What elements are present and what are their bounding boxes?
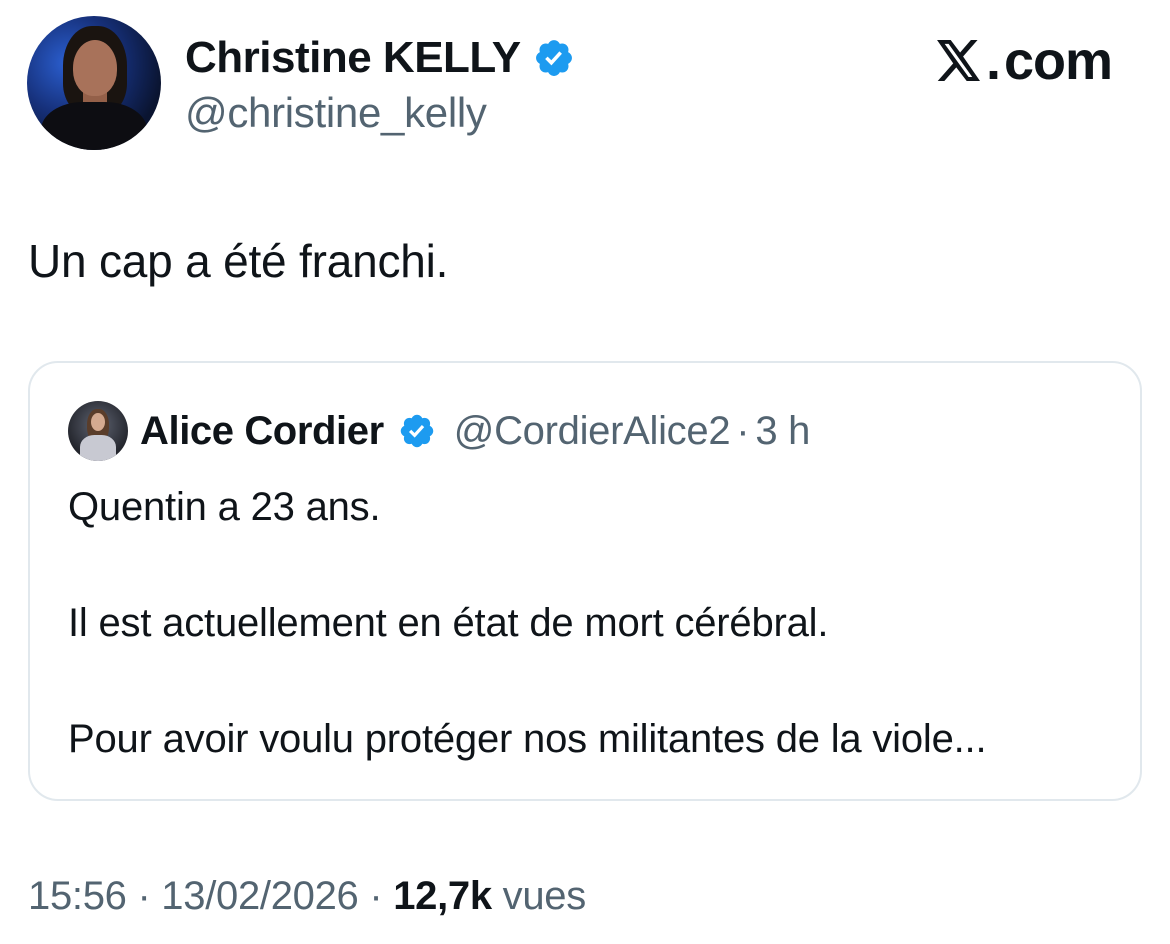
quoted-separator: · [736, 408, 750, 453]
author-name[interactable]: Christine KELLY [185, 33, 575, 83]
site-label-text: com [1003, 31, 1113, 91]
views-label: vues [502, 874, 587, 918]
tweet-text: Un cap a été franchi. [28, 235, 449, 287]
quoted-author-name[interactable]: Alice Cordier [140, 409, 384, 454]
meta-separator: · [137, 874, 151, 918]
tweet-time[interactable]: 15:56 [28, 874, 127, 918]
quoted-author-avatar[interactable] [68, 401, 128, 461]
tweet-date[interactable]: 13/02/2026 [161, 874, 359, 918]
quoted-author-handle[interactable]: @CordierAlice2 [454, 409, 731, 454]
meta-separator: · [369, 874, 383, 918]
quoted-tweet-card[interactable]: Alice Cordier @CordierAlice2 · 3 h Quent… [28, 361, 1142, 801]
author-name-text: Christine KELLY [185, 33, 521, 82]
quoted-tweet-header: Alice Cordier @CordierAlice2 · 3 h [68, 401, 810, 461]
quoted-timestamp[interactable]: 3 h [755, 409, 810, 454]
site-label: . com [936, 30, 1113, 92]
x-logo-icon [936, 40, 980, 82]
author-handle[interactable]: @christine_kelly [185, 89, 487, 137]
author-avatar[interactable] [27, 16, 161, 150]
quoted-text-line: Pour avoir voulu protéger nos militantes… [68, 717, 987, 761]
quoted-text-line: Il est actuellement en état de mort céré… [68, 601, 829, 645]
views-count[interactable]: 12,7k [393, 874, 492, 918]
verified-badge-icon [400, 414, 433, 448]
verified-badge-icon [535, 40, 572, 76]
site-dot: . [985, 31, 1001, 91]
quoted-text-line: Quentin a 23 ans. [68, 485, 381, 529]
tweet-metadata: 15:56 · 13/02/2026 · 12,7k vues [28, 874, 586, 919]
